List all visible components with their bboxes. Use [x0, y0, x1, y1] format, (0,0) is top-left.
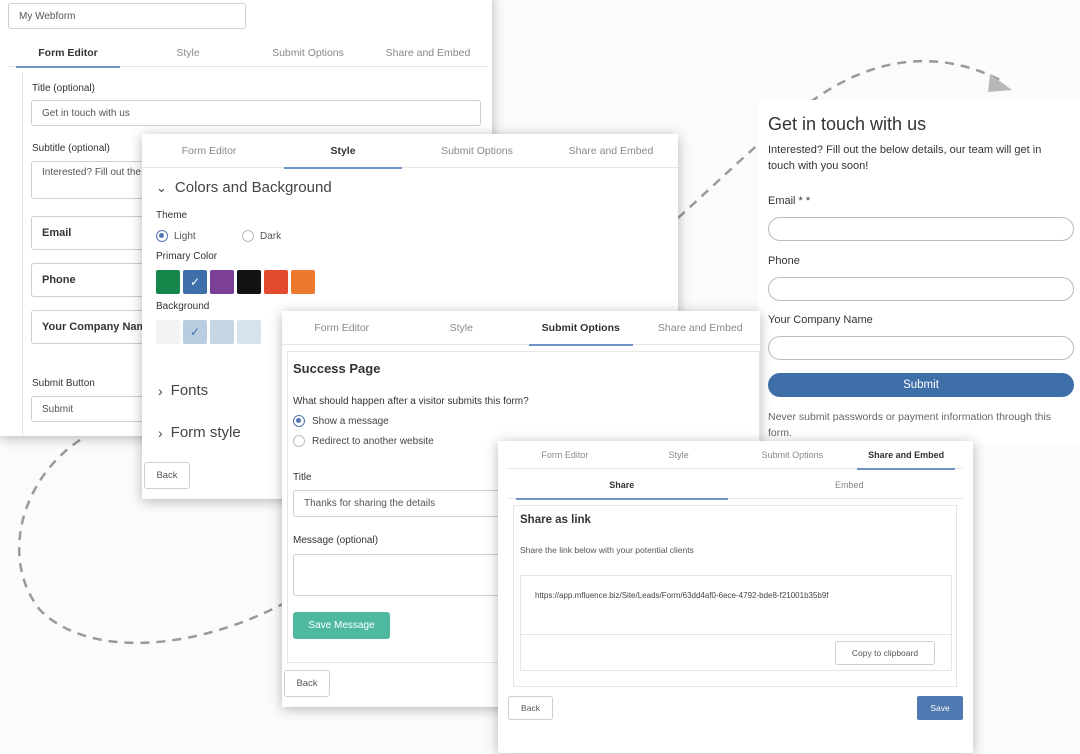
message-label: Message (optional) — [293, 535, 379, 546]
tab-submit-options[interactable]: Submit Options — [736, 441, 850, 469]
link-divider — [521, 634, 951, 635]
success-page-heading: Success Page — [293, 361, 381, 376]
form-name-input[interactable]: My Webform — [8, 3, 246, 29]
preview-phone-label: Phone — [768, 255, 800, 267]
chevron-right-icon: › — [158, 382, 163, 399]
form-style-title: Form style — [170, 424, 241, 441]
primary-swatch-purple[interactable] — [210, 270, 234, 294]
chevron-right-icon: › — [158, 424, 163, 441]
primary-swatch-green[interactable] — [156, 270, 180, 294]
tab-form-editor[interactable]: Form Editor — [282, 311, 402, 345]
primary-swatch-black[interactable] — [237, 270, 261, 294]
colors-background-section[interactable]: ⌄ Colors and Background — [156, 179, 332, 196]
preview-subtitle: Interested? Fill out the below details, … — [768, 144, 1042, 172]
theme-label: Theme — [156, 210, 188, 221]
show-message-option[interactable]: Show a message — [293, 415, 389, 427]
primary-swatch-red[interactable] — [264, 270, 288, 294]
form-preview: Get in touch with us Interested? Fill ou… — [758, 100, 1080, 445]
fonts-section[interactable]: › Fonts — [158, 382, 208, 399]
subtitle-label: Subtitle (optional) — [32, 143, 110, 154]
theme-dark-option[interactable]: Dark — [242, 230, 281, 242]
radio-icon — [293, 415, 305, 427]
check-icon: ✓ — [189, 275, 201, 289]
redirect-option[interactable]: Redirect to another website — [293, 435, 434, 447]
preview-phone-input[interactable] — [768, 277, 1074, 301]
tab-style[interactable]: Style — [402, 311, 522, 345]
preview-email-input[interactable] — [768, 217, 1074, 241]
back-button[interactable]: Back — [508, 696, 553, 720]
tab-share-embed[interactable]: Share and Embed — [641, 311, 761, 345]
share-embed-panel: Form Editor Style Submit Options Share a… — [498, 441, 973, 753]
share-subtabs: Share Embed — [508, 471, 964, 500]
share-tabs: Form Editor Style Submit Options Share a… — [508, 441, 963, 470]
tab-share-embed[interactable]: Share and Embed — [849, 441, 963, 470]
preview-notice: Never submit passwords or payment inform… — [768, 411, 1052, 439]
back-button[interactable]: Back — [284, 670, 330, 697]
title-input[interactable]: Get in touch with us — [31, 100, 481, 126]
submit-button-label: Submit Button — [32, 378, 95, 389]
subtab-share[interactable]: Share — [508, 471, 736, 500]
tab-form-editor[interactable]: Form Editor — [8, 39, 128, 68]
theme-light-label: Light — [174, 230, 196, 242]
colors-background-title: Colors and Background — [174, 179, 332, 196]
redirect-label: Redirect to another website — [312, 435, 434, 447]
success-title-label: Title — [293, 472, 312, 483]
save-message-button[interactable]: Save Message — [293, 612, 390, 639]
tab-style[interactable]: Style — [128, 39, 248, 67]
radio-icon — [156, 230, 168, 242]
preview-company-label: Your Company Name — [768, 314, 873, 326]
check-icon: ✓ — [189, 325, 201, 339]
tab-submit-options[interactable]: Submit Options — [521, 311, 641, 346]
preview-email-label: Email * * — [768, 195, 811, 207]
theme-dark-label: Dark — [260, 230, 282, 242]
tab-form-editor[interactable]: Form Editor — [142, 134, 276, 168]
bg-swatch-light-blue[interactable] — [210, 320, 234, 344]
message-textarea[interactable] — [293, 554, 503, 596]
style-tabs: Form Editor Style Submit Options Share a… — [142, 134, 678, 169]
title-label: Title (optional) — [32, 83, 95, 94]
show-message-label: Show a message — [312, 415, 389, 427]
tab-style[interactable]: Style — [276, 134, 410, 169]
tab-share-embed[interactable]: Share and Embed — [544, 134, 678, 168]
primary-swatch-orange[interactable] — [291, 270, 315, 294]
primary-swatch-blue[interactable]: ✓ — [183, 270, 207, 294]
form-editor-tabs: Form Editor Style Submit Options Share a… — [8, 39, 488, 68]
tab-style[interactable]: Style — [622, 441, 736, 469]
chevron-down-icon: ⌄ — [156, 179, 167, 195]
share-description: Share the link below with your potential… — [520, 545, 694, 555]
tab-submit-options[interactable]: Submit Options — [410, 134, 544, 168]
bg-swatch-pale-blue[interactable] — [237, 320, 261, 344]
share-heading: Share as link — [520, 514, 591, 526]
preview-company-input[interactable] — [768, 336, 1074, 360]
copy-to-clipboard-button[interactable]: Copy to clipboard — [835, 641, 935, 665]
bg-swatch-blue[interactable]: ✓ — [183, 320, 207, 344]
submit-tabs: Form Editor Style Submit Options Share a… — [282, 311, 761, 346]
tab-submit-options[interactable]: Submit Options — [248, 39, 368, 67]
radio-icon — [242, 230, 254, 242]
background-label: Background — [156, 301, 210, 312]
tab-share-embed[interactable]: Share and Embed — [368, 39, 488, 67]
radio-icon — [293, 435, 305, 447]
fonts-title: Fonts — [170, 382, 209, 399]
preview-title: Get in touch with us — [768, 114, 927, 134]
success-title-input[interactable]: Thanks for sharing the details — [293, 490, 503, 517]
share-link-text[interactable]: https://app.mfluence.biz/Site/Leads/Form… — [535, 591, 829, 600]
bg-swatch-white[interactable] — [156, 320, 180, 344]
subtab-embed[interactable]: Embed — [736, 471, 964, 499]
save-button[interactable]: Save — [917, 696, 963, 720]
tab-form-editor[interactable]: Form Editor — [508, 441, 622, 469]
primary-color-label: Primary Color — [156, 251, 218, 262]
editor-side-line — [22, 72, 23, 436]
preview-submit-button[interactable]: Submit — [768, 373, 1074, 397]
theme-light-option[interactable]: Light — [156, 230, 196, 242]
form-style-section[interactable]: › Form style — [158, 424, 241, 441]
back-button[interactable]: Back — [144, 462, 190, 489]
success-question: What should happen after a visitor submi… — [293, 396, 529, 407]
